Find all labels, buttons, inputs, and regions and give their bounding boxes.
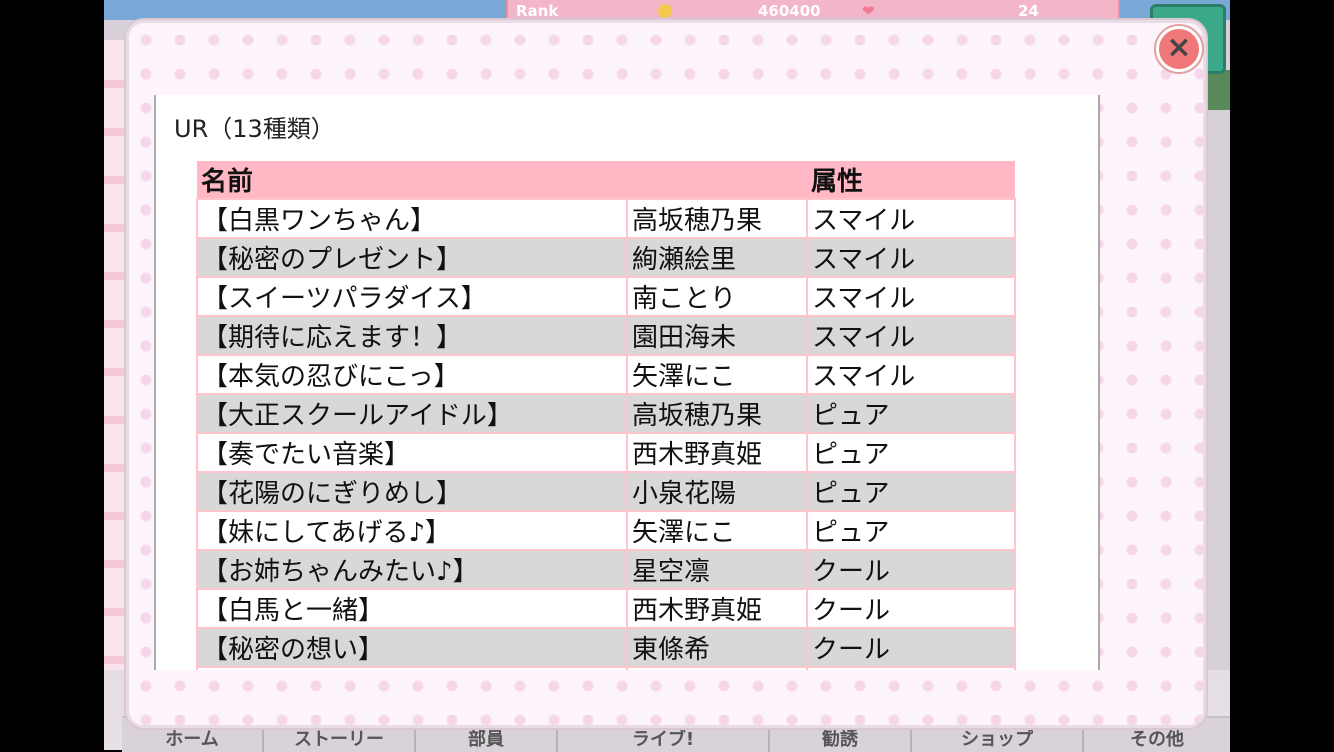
member-cell: 矢澤にこ [626,510,808,551]
content-panel[interactable]: UR（13種類） 名前 属性 【白黒ワンちゃん】 高坂穂乃果 スマイル 【秘密のプレゼ… [154,95,1100,670]
header-attribute: 属性 [807,161,1015,199]
close-icon: × [1166,30,1192,65]
heart-icon: ❤ [862,2,875,20]
letterbox-right [1230,0,1334,750]
member-cell: 小泉花陽 [626,471,808,512]
attribute-cell: ピュア [806,471,1016,512]
table-row: 【秘密のプレゼント】 絢瀬絵里 スマイル [196,237,1016,278]
background-decoration-left [104,40,126,670]
card-name-cell: 【秘密のプレゼント】 [196,237,628,278]
attribute-cell: ピュア [806,510,1016,551]
header-name: 名前 [197,161,627,199]
heart-count: 24 [1018,2,1039,20]
section-title: UR（13種類） [174,115,335,143]
attribute-cell: クール [806,549,1016,590]
card-name-cell: 【奏でたい音楽】 [196,432,628,473]
background-decoration-right [1206,70,1230,670]
attribute-cell: スマイル [806,237,1016,278]
coin-icon [658,4,672,18]
card-name-cell: 【大正スクールアイドル】 [196,393,628,434]
table-row: 【本気の忍びにこっ】 矢澤にこ スマイル [196,354,1016,395]
card-name-cell: 【花陽のにぎりめし】 [196,471,628,512]
attribute-cell: クール [806,666,1016,670]
attribute-cell: スマイル [806,198,1016,239]
attribute-cell: スマイル [806,276,1016,317]
member-cell: 南ことり [626,276,808,317]
card-name-cell: 【白馬と一緒】 [196,588,628,629]
card-name-cell: 【期待に応えます！】 [196,315,628,356]
member-cell: 高坂穂乃果 [626,198,808,239]
attribute-cell: クール [806,588,1016,629]
attribute-cell: クール [806,627,1016,668]
table-row: 【奏でたい音楽】 西木野真姫 ピュア [196,432,1016,473]
table-row: 【花陽のにぎりめし】 小泉花陽 ピュア [196,471,1016,512]
card-name-cell: 【本気の忍びにこっ】 [196,354,628,395]
coin-count: 460400 [758,2,821,20]
header-member [627,161,807,199]
table-row: 【妹にしてあげる♪】 矢澤にこ ピュア [196,510,1016,551]
card-name-cell: 【妹にしてあげる♪】 [196,510,628,551]
member-cell: 高坂穂乃果 [626,393,808,434]
card-name-cell: 【お姉ちゃんみたい♪】 [196,549,628,590]
member-cell: 小泉花陽 [626,666,808,670]
table-row: 【秘密の想い】 東條希 クール [196,627,1016,668]
table-row: 【お姉ちゃんみたい♪】 星空凛 クール [196,549,1016,590]
member-cell: 東條希 [626,627,808,668]
card-name-cell: 【スイーツパラダイス】 [196,276,628,317]
table-header-row: 名前 属性 [197,161,1015,199]
table-row: 【お揃いのストラップ】小泉花陽クール [196,666,1016,670]
member-cell: 西木野真姫 [626,588,808,629]
attribute-cell: ピュア [806,432,1016,473]
table-row: 【大正スクールアイドル】 高坂穂乃果 ピュア [196,393,1016,434]
table-row: 【期待に応えます！】 園田海未 スマイル [196,315,1016,356]
attribute-cell: ピュア [806,393,1016,434]
member-cell: 園田海未 [626,315,808,356]
table-row: 【スイーツパラダイス】 南ことり スマイル [196,276,1016,317]
member-cell: 西木野真姫 [626,432,808,473]
rank-label: Rank [516,2,559,20]
member-cell: 矢澤にこ [626,354,808,395]
table-row: 【白黒ワンちゃん】 高坂穂乃果 スマイル [196,198,1016,239]
card-name-cell: 【秘密の想い】 [196,627,628,668]
letterbox-left [0,0,104,750]
member-cell: 星空凛 [626,549,808,590]
member-cell: 絢瀬絵里 [626,237,808,278]
attribute-cell: スマイル [806,315,1016,356]
table-row: 【白馬と一緒】 西木野真姫 クール [196,588,1016,629]
card-name-cell: 【白黒ワンちゃん】 [196,198,628,239]
card-name-cell: 【お揃いのストラップ】 [196,666,628,670]
close-button[interactable]: × [1156,26,1202,72]
card-table: 名前 属性 【白黒ワンちゃん】 高坂穂乃果 スマイル 【秘密のプレゼント】 絢瀬絵里 スマ… [196,161,1016,670]
attribute-cell: スマイル [806,354,1016,395]
